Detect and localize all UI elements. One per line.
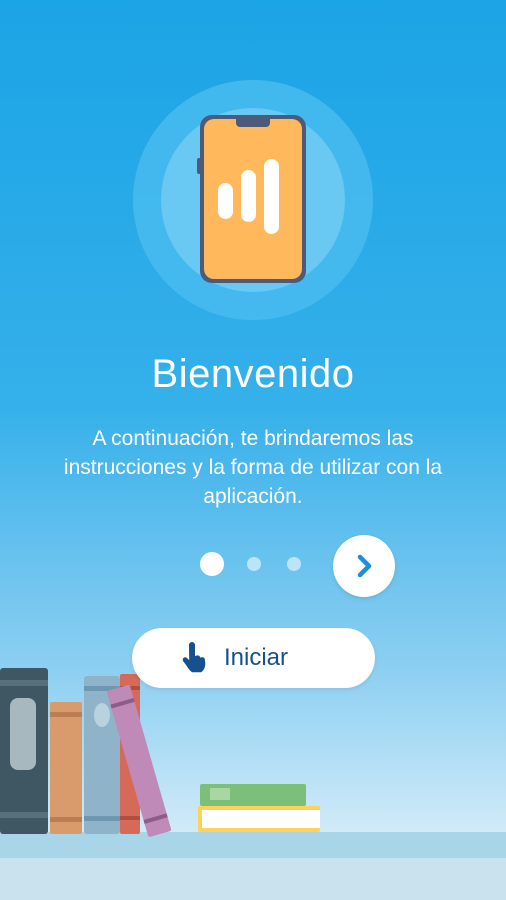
phone-illustration xyxy=(133,80,373,320)
page-dot-3 xyxy=(287,557,301,571)
shelf-front xyxy=(0,858,506,900)
page-dot-1 xyxy=(200,552,224,576)
chevron-right-icon xyxy=(357,554,372,578)
next-button[interactable] xyxy=(333,535,395,597)
page-title: Bienvenido xyxy=(151,352,355,396)
tap-hand-icon xyxy=(182,642,206,673)
book-stack xyxy=(198,784,320,832)
onboarding-description: A continuación, te brindaremos las instr… xyxy=(63,427,443,508)
start-button-label: Iniciar xyxy=(224,644,289,671)
bookshelf-illustration xyxy=(0,668,506,900)
page-dot-2 xyxy=(247,557,261,571)
book-dark xyxy=(0,668,48,834)
book-tan xyxy=(50,702,82,834)
phone-icon xyxy=(197,115,306,283)
start-button[interactable]: Iniciar xyxy=(132,628,375,688)
shelf-top xyxy=(0,832,506,858)
